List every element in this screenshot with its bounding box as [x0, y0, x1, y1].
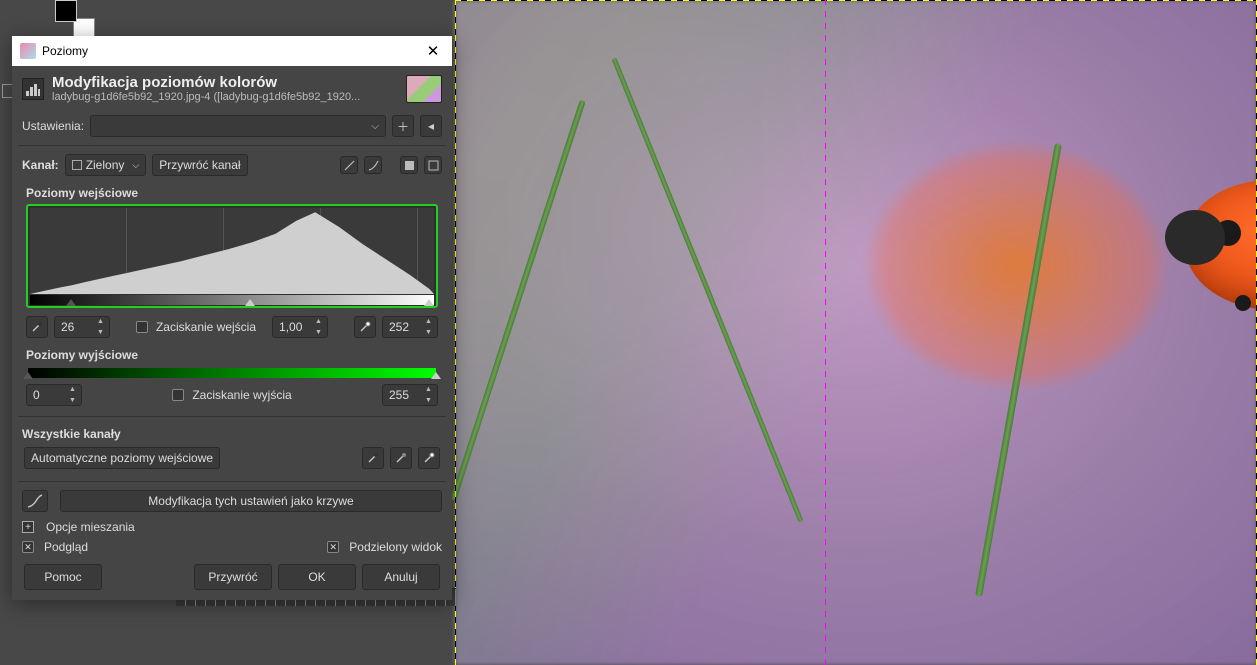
dialog-heading: Modyfikacja poziomów kolorów [52, 74, 360, 91]
help-button[interactable]: Pomoc [24, 564, 102, 590]
dialog-subtitle: ladybug-g1d6fe5b92_1920.jpg-4 ([ladybug-… [52, 91, 360, 103]
input-gradient-bar[interactable] [30, 295, 434, 305]
reset-button[interactable]: Przywróć [194, 564, 272, 590]
channel-select[interactable]: Zielony ⌵ [65, 154, 147, 176]
input-low-handle[interactable] [66, 299, 76, 306]
all-channels-label: Wszystkie kanały [18, 421, 446, 445]
input-gamma-spin[interactable]: 1,00▲▼ [272, 316, 328, 338]
presets-combo[interactable]: ⌵ [90, 115, 386, 137]
color-swatches[interactable] [55, 0, 95, 40]
linear-hist-icon[interactable] [340, 156, 358, 174]
histogram-plot [30, 208, 434, 294]
cancel-button[interactable]: Anuluj [362, 564, 440, 590]
ok-button[interactable]: OK [278, 564, 356, 590]
pick-black-all[interactable] [362, 447, 384, 469]
preview-checkbox[interactable] [22, 541, 34, 553]
pick-white-all[interactable] [418, 447, 440, 469]
dialog-titlebar[interactable]: Poziomy ✕ [12, 36, 452, 66]
split-view-label: Podzielony widok [349, 540, 442, 554]
output-high-spin[interactable]: 255▲▼ [382, 384, 438, 406]
input-levels-label: Poziomy wejściowe [18, 180, 446, 204]
channel-label: Kanał: [22, 158, 59, 172]
clamp-input-label: Zaciskanie wejścia [156, 320, 256, 334]
output-gradient-bar[interactable] [28, 368, 436, 378]
edit-as-curves-button[interactable]: Modyfikacja tych ustawień jako krzywe [60, 490, 442, 512]
dialog-title: Poziomy [42, 44, 88, 58]
input-high-handle[interactable] [424, 299, 434, 306]
log-hist-icon[interactable] [364, 156, 382, 174]
clamp-input-checkbox[interactable] [136, 321, 148, 333]
input-low-spin[interactable]: 26▲▼ [54, 316, 110, 338]
pick-white-point[interactable] [354, 316, 376, 338]
expand-icon[interactable]: + [22, 521, 34, 533]
output-low-handle[interactable] [23, 372, 33, 379]
input-gamma-handle[interactable] [245, 299, 255, 306]
input-high-spin[interactable]: 252▲▼ [382, 316, 438, 338]
close-button[interactable]: ✕ [422, 40, 444, 62]
histogram[interactable] [26, 204, 438, 308]
channel-value: Zielony [86, 158, 125, 172]
clamp-output-label: Zaciskanie wyjścia [192, 388, 291, 402]
levels-dialog: Poziomy ✕ Modyfikacja poziomów kolorów l… [12, 36, 452, 600]
hist-mode1-icon[interactable] [400, 156, 418, 174]
output-high-handle[interactable] [431, 372, 441, 379]
canvas-content [455, 0, 1257, 665]
pick-gray-all[interactable] [390, 447, 412, 469]
preview-label: Podgląd [44, 540, 88, 554]
output-low-spin[interactable]: 0▲▼ [26, 384, 82, 406]
image-thumbnail [406, 75, 442, 103]
auto-levels-button[interactable]: Automatyczne poziomy wejściowe [24, 447, 220, 469]
fg-color-swatch[interactable] [55, 0, 77, 22]
blending-options-label: Opcje mieszania [46, 520, 135, 534]
presets-label: Ustawienia: [22, 119, 84, 133]
app-icon [20, 43, 36, 59]
levels-icon [22, 78, 44, 100]
output-levels-label: Poziomy wyjściowe [18, 342, 446, 366]
reset-channel-button[interactable]: Przywróć kanał [152, 154, 247, 176]
preset-add-button[interactable]: ＋ [392, 115, 414, 137]
preset-menu-button[interactable]: ◂ [420, 115, 442, 137]
clamp-output-checkbox[interactable] [172, 389, 184, 401]
split-view-checkbox[interactable] [327, 541, 339, 553]
pick-black-point[interactable] [26, 316, 48, 338]
hist-mode2-icon[interactable] [424, 156, 442, 174]
image-canvas[interactable] [455, 0, 1257, 665]
curves-icon [22, 490, 48, 512]
